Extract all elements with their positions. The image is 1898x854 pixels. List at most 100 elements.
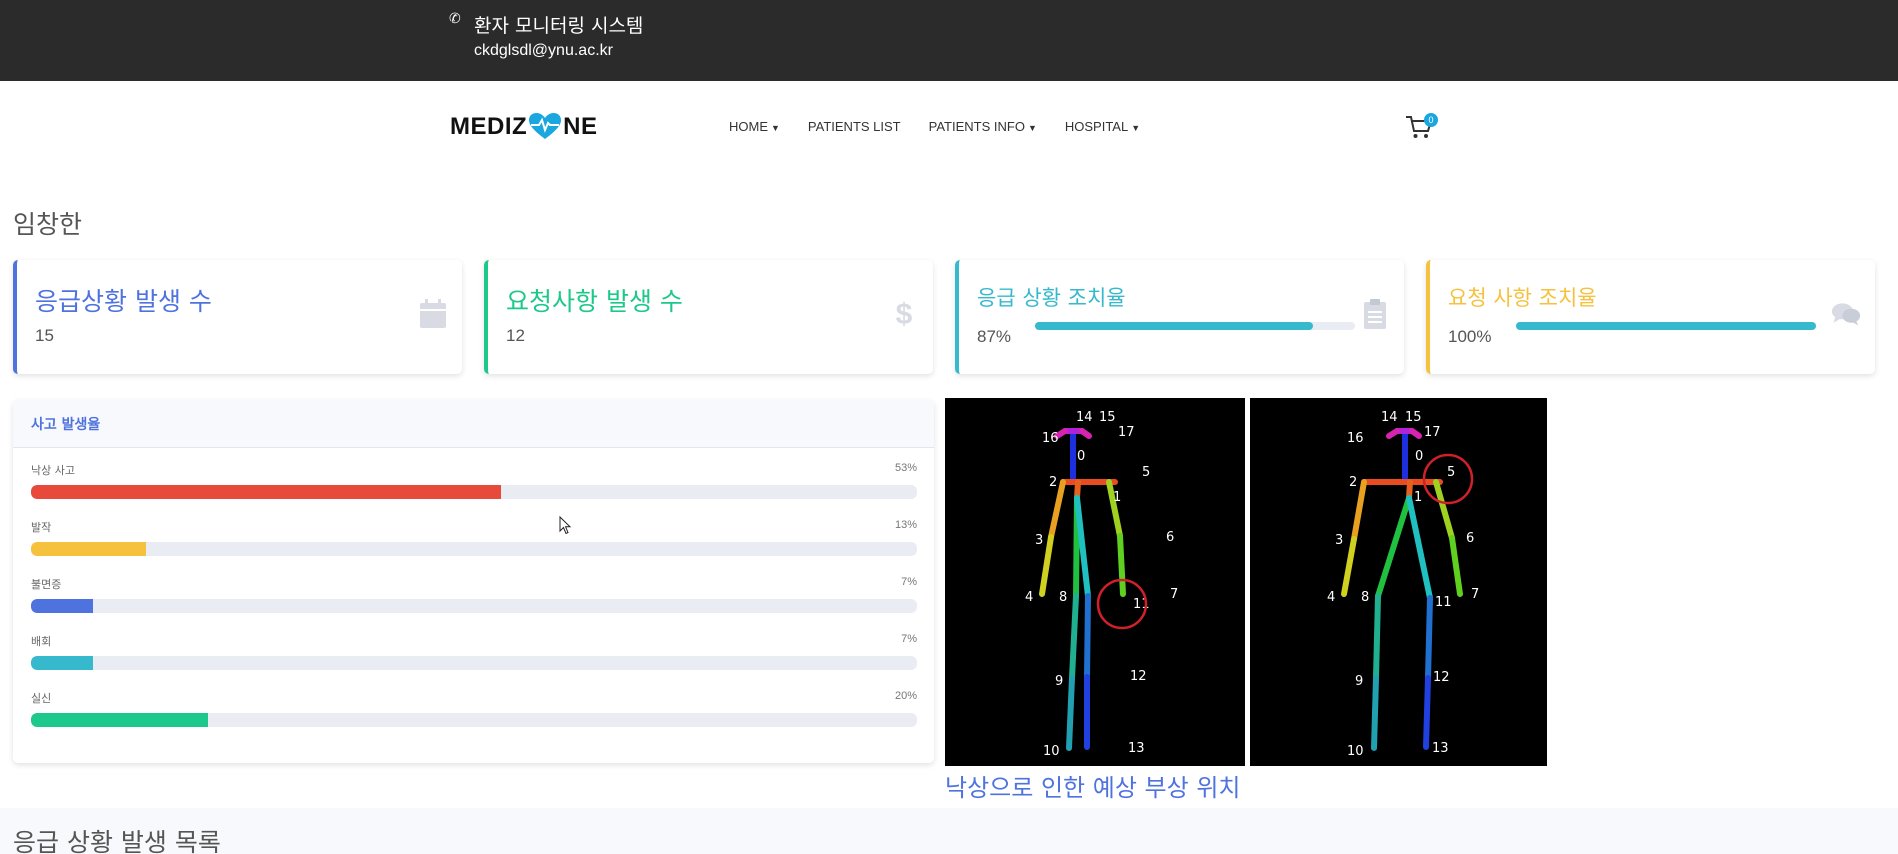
keypoint-5-label: 5 <box>1142 465 1150 480</box>
section-strip <box>0 808 1898 854</box>
keypoint-3-label: 3 <box>1035 533 1043 548</box>
panel-header: 사고 발생율 <box>13 400 934 448</box>
top-bar: ✆ 환자 모니터링 시스템 ckdglsdl@ynu.ac.kr <box>0 0 1898 81</box>
patient-name: 임창한 <box>13 210 83 239</box>
keypoint-8-label: 8 <box>1059 590 1067 605</box>
keypoint-2-label: 2 <box>1349 475 1357 490</box>
keypoint-15-label: 15 <box>1099 410 1116 425</box>
row-percent: 53% <box>894 462 917 474</box>
keypoint-0-label: 0 <box>1415 449 1423 464</box>
row-label: 불면증 <box>31 578 62 591</box>
keypoint-4-label: 4 <box>1025 590 1033 605</box>
skeleton-image-hip-injury: 0 1 2 3 4 5 6 7 8 9 10 11 12 13 14 15 16… <box>945 398 1245 766</box>
chevron-down-icon: ▼ <box>1131 123 1141 133</box>
progress-fill <box>1035 322 1314 330</box>
row-fill <box>31 713 209 727</box>
keypoint-2-label: 2 <box>1049 475 1057 490</box>
keypoint-13-label: 13 <box>1128 741 1145 756</box>
keypoint-1-label: 1 <box>1414 490 1422 505</box>
row-fill <box>31 656 94 670</box>
keypoint-13-label: 13 <box>1432 741 1449 756</box>
menu-hospital-label: HOSPITAL <box>1064 119 1129 134</box>
system-name: 환자 모니터링 시스템 <box>474 15 644 37</box>
logo[interactable]: MEDIZ NE <box>450 113 598 141</box>
card-title: 요청사항 발생 수 <box>506 287 683 316</box>
menu-patients-list-label: PATIENTS LIST <box>807 119 901 134</box>
keypoint-9-label: 9 <box>1355 674 1363 689</box>
keypoint-14-label: 14 <box>1381 410 1398 425</box>
heart-pulse-icon <box>529 113 562 139</box>
keypoint-7-label: 7 <box>1170 587 1178 602</box>
keypoint-10-label: 10 <box>1347 744 1364 759</box>
keypoint-4-label: 4 <box>1327 590 1335 605</box>
row-label: 발작 <box>31 521 52 534</box>
panel-title: 사고 발생율 <box>31 417 101 433</box>
emergency-list-title: 응급 상황 발생 목록 <box>13 828 221 854</box>
accident-rate-panel: 사고 발생율 낙상 사고 53% 발작 13% 불면증 7% 배회 7% 실신 … <box>13 400 934 763</box>
row-track <box>31 599 917 613</box>
emergency-count-card: 응급상황 발생 수 15 <box>13 260 462 374</box>
row-fill <box>31 599 94 613</box>
card-title: 요청 사항 조치율 <box>1448 286 1597 310</box>
keypoint-3-label: 3 <box>1335 533 1343 548</box>
keypoint-15-label: 15 <box>1405 410 1422 425</box>
progress-track <box>1516 322 1816 330</box>
keypoint-12-label: 12 <box>1130 669 1147 684</box>
injury-caption: 낙상으로 인한 예상 부상 위치 <box>945 774 1241 802</box>
keypoint-16-label: 16 <box>1042 431 1059 446</box>
progress-track <box>1035 322 1355 330</box>
card-value: 15 <box>35 326 54 345</box>
row-label: 낙상 사고 <box>31 464 75 477</box>
keypoint-17-label: 17 <box>1424 425 1441 440</box>
menu-patients-info[interactable]: PATIENTS INFO ▼ <box>929 119 1037 134</box>
comments-icon <box>1831 303 1861 326</box>
keypoint-6-label: 6 <box>1166 530 1174 545</box>
row-percent: 20% <box>894 690 917 702</box>
row-fill <box>31 542 147 556</box>
logo-text-left: MEDIZ <box>450 113 528 140</box>
phone-icon: ✆ <box>449 10 461 26</box>
menu-hospital[interactable]: HOSPITAL ▼ <box>1065 119 1140 134</box>
card-value: 100% <box>1448 327 1492 346</box>
keypoint-17-label: 17 <box>1118 425 1135 440</box>
skeleton-image-shoulder-injury: 0 1 2 3 4 5 6 7 8 9 10 11 12 13 14 15 16… <box>1250 398 1547 766</box>
row-percent: 13% <box>894 519 917 531</box>
keypoint-14-label: 14 <box>1076 410 1093 425</box>
menu-home-label: HOME <box>729 119 768 134</box>
dollar-icon: $ <box>895 298 913 331</box>
chevron-down-icon: ▼ <box>1027 123 1037 133</box>
calendar-icon <box>420 299 446 328</box>
logo-text-right: NE <box>563 113 598 140</box>
keypoint-9-label: 9 <box>1055 674 1063 689</box>
row-label: 실신 <box>31 692 52 705</box>
keypoint-7-label: 7 <box>1471 587 1479 602</box>
card-title: 응급상황 발생 수 <box>35 287 212 316</box>
main-menu: HOME ▼ PATIENTS LIST PATIENTS INFO ▼ HOSPI… <box>729 119 1168 134</box>
request-count-card: 요청사항 발생 수 12 $ <box>484 260 933 374</box>
card-value: 12 <box>506 326 525 345</box>
row-track <box>31 485 917 499</box>
chevron-down-icon: ▼ <box>771 123 780 133</box>
mouse-cursor-icon <box>559 516 572 535</box>
navbar: MEDIZ NE HOME ▼ PATIENTS LIST PATIENTS IN… <box>0 81 1898 173</box>
row-track <box>31 713 917 727</box>
clipboard-icon <box>1364 299 1386 329</box>
keypoint-11-label: 11 <box>1435 595 1452 610</box>
row-track <box>31 542 917 556</box>
menu-home[interactable]: HOME ▼ <box>729 119 780 134</box>
contact-email[interactable]: ckdglsdl@ynu.ac.kr <box>474 42 613 60</box>
menu-patients-info-label: PATIENTS INFO <box>928 119 1025 134</box>
card-title: 응급 상황 조치율 <box>977 286 1126 310</box>
keypoint-1-label: 1 <box>1113 490 1121 505</box>
row-label: 배회 <box>31 635 52 648</box>
emergency-rate-card: 응급 상황 조치율 87% <box>955 260 1404 374</box>
progress-fill <box>1516 322 1816 330</box>
keypoint-10-label: 10 <box>1043 744 1060 759</box>
row-percent: 7% <box>901 576 917 588</box>
keypoint-12-label: 12 <box>1433 670 1450 685</box>
row-fill <box>31 485 501 499</box>
keypoint-6-label: 6 <box>1466 531 1474 546</box>
card-value: 87% <box>977 327 1012 346</box>
cart-count-badge: 0 <box>1424 113 1438 127</box>
menu-patients-list[interactable]: PATIENTS LIST <box>808 119 901 134</box>
